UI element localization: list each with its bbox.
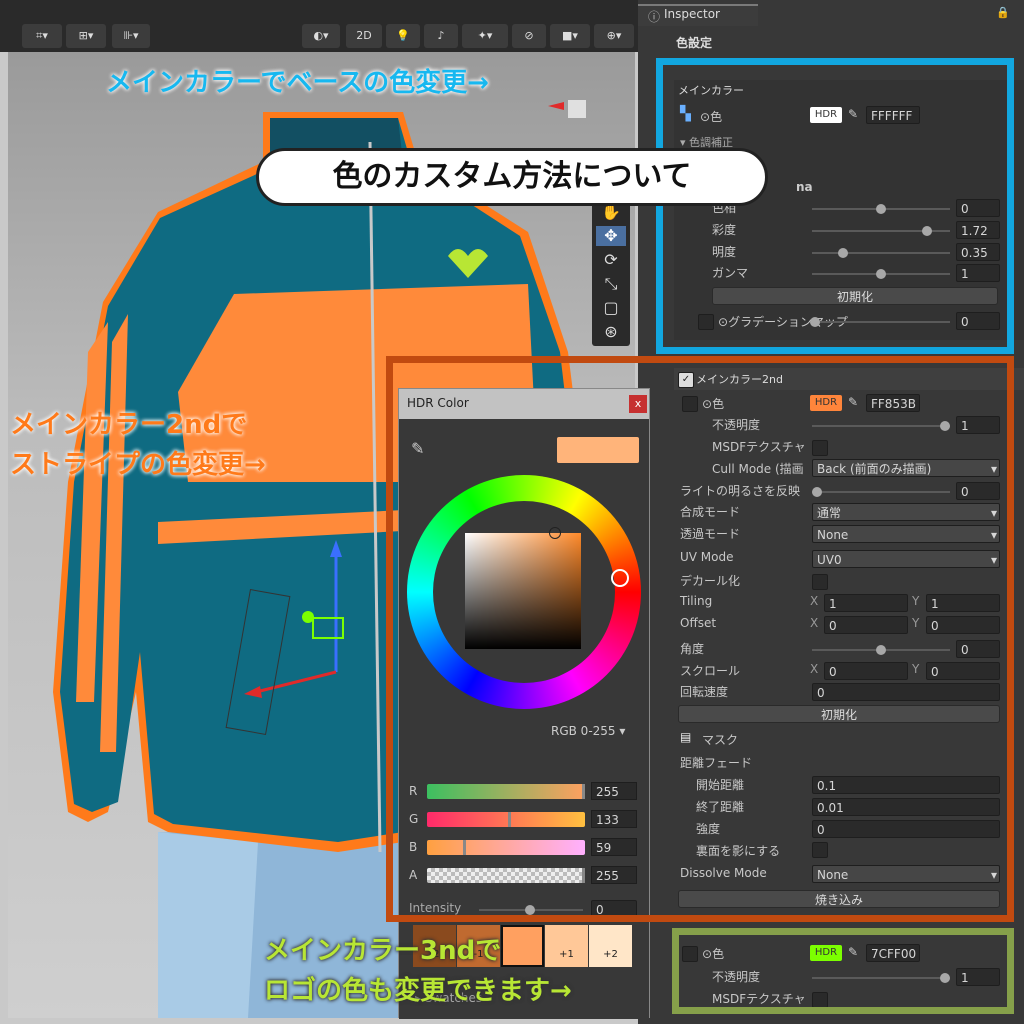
section-title: 色設定 — [676, 36, 713, 50]
second-color-callout-line2: ストライプの色変更→ — [10, 450, 266, 480]
intensity-swatch[interactable] — [501, 925, 544, 967]
info-icon: ⓘ — [648, 10, 661, 24]
third-color-callout-line1: メインカラー3ndで — [264, 936, 502, 966]
effects-icon[interactable]: ✦▾ — [462, 24, 508, 48]
scene-toolbar: ⌗▾ ⊞▾ ⊪▾ ◐▾ 2D 💡 ♪ ✦▾ ⊘ ■▾ ⊕▾ — [0, 0, 638, 52]
move-tool-icon[interactable]: ✥ — [596, 226, 626, 246]
shading-mode-icon[interactable]: ◐▾ — [302, 24, 340, 48]
second-color-callout-line1: メインカラー2ndで — [10, 410, 248, 440]
scale-tool-icon[interactable]: ⤡ — [596, 274, 626, 294]
hidden-objects-icon[interactable]: ⊘ — [512, 24, 546, 48]
lighting-icon[interactable]: 💡 — [386, 24, 420, 48]
main-color-highlight-frame — [656, 58, 1014, 354]
increment-snap-icon[interactable]: ⊪▾ — [112, 24, 150, 48]
rotate-tool-icon[interactable]: ⟳ — [596, 250, 626, 270]
audio-icon[interactable]: ♪ — [424, 24, 458, 48]
inspector-tab[interactable]: ⓘ Inspector — [638, 4, 758, 26]
toggle-2d-button[interactable]: 2D — [346, 24, 382, 48]
main-color-callout: メインカラーでベースの色変更→ — [106, 68, 489, 98]
main-color-3rd-highlight-frame — [672, 928, 1014, 1014]
grid-snap-icon[interactable]: ⊞▾ — [66, 24, 106, 48]
intensity-swatch[interactable]: +1 — [545, 925, 588, 967]
gizmos-icon[interactable]: ⊕▾ — [594, 24, 634, 48]
inspector-tab-label: Inspector — [664, 7, 720, 21]
rect-tool-icon[interactable]: ▢ — [596, 298, 626, 318]
transform-all-icon[interactable]: ⊛ — [596, 322, 626, 342]
main-color-2nd-highlight-frame — [386, 356, 1014, 922]
third-color-callout-line2: ロゴの色も変更できます→ — [264, 976, 572, 1006]
title-banner: 色のカスタム方法について — [256, 148, 768, 206]
tool-palette: ✋ ✥ ⟳ ⤡ ▢ ⊛ — [592, 198, 630, 346]
transform-tool-icon[interactable]: ⌗▾ — [22, 24, 62, 48]
intensity-swatch[interactable]: +2 — [589, 925, 632, 967]
camera-icon[interactable]: ■▾ — [550, 24, 590, 48]
lock-icon[interactable]: 🔒 — [996, 6, 1010, 19]
